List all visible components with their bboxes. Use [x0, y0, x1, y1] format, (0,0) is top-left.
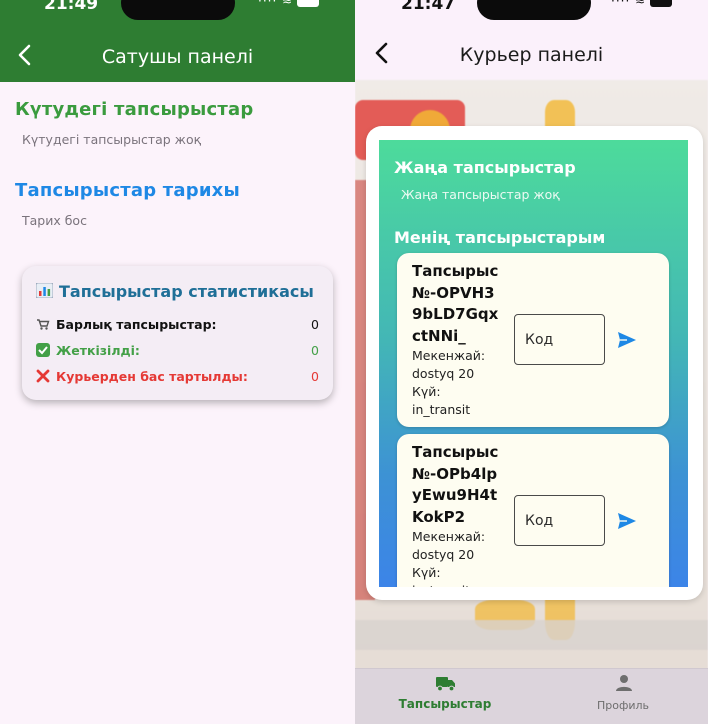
seller-screen: 21:49 ···· ≈ Сатушы панелі Күтудегі тапс…	[0, 0, 355, 724]
cross-mark-icon	[36, 369, 50, 383]
status-icons: ···· ≈	[611, 0, 673, 8]
nav-orders-label: Тапсырыстар	[398, 697, 492, 711]
new-orders-title: Жаңа тапсырыстар	[394, 158, 576, 177]
app-bar: 21:49 ···· ≈ Сатушы панелі	[0, 0, 355, 82]
pending-orders-empty: Күтудегі тапсырыстар жоқ	[22, 132, 202, 147]
status-icons: ···· ≈	[258, 0, 320, 8]
status-value: in_transit	[412, 402, 471, 417]
orders-panel: Жаңа тапсырыстар Жаңа тапсырыстар жоқ Ме…	[379, 140, 688, 587]
nav-profile-label: Профиль	[596, 699, 650, 712]
order-card: Тапсырыс №-OPVH39bLD7GqxctNNi_ Мекенжай:…	[397, 253, 669, 427]
statistics-title: Тапсырыстар статистикасы	[36, 282, 314, 301]
stat-rejected-value: 0	[311, 369, 319, 384]
stat-delivered-label: Жеткізілді:	[36, 343, 140, 358]
my-orders-title: Менің тапсырыстарым	[394, 228, 606, 247]
page-title: Сатушы панелі	[101, 46, 254, 68]
stat-rejected-label: Курьерден бас тартылды:	[36, 369, 248, 384]
stat-row-total: Барлық тапсырыстар: 0	[36, 317, 319, 335]
camera-notch	[121, 0, 235, 20]
truck-icon	[436, 677, 455, 692]
stat-total-label: Барлық тапсырыстар:	[36, 317, 217, 332]
send-icon[interactable]	[617, 331, 637, 349]
bottom-navigation: Тапсырыстар Профиль	[355, 668, 708, 724]
nav-orders-tab[interactable]: Тапсырыстар	[357, 669, 533, 724]
battery-icon	[297, 0, 320, 7]
order-history-title: Тапсырыстар тарихы	[15, 180, 240, 201]
address-label: Мекенжай:	[412, 348, 486, 363]
status-label: Күй:	[412, 384, 441, 399]
order-card: Тапсырыс №-OPb4lpyEwu9H4tKokP2 Мекенжай:…	[397, 434, 669, 587]
status-label: Күй:	[412, 565, 441, 580]
pending-orders-title: Күтудегі тапсырыстар	[15, 99, 254, 120]
code-input[interactable]	[514, 495, 605, 546]
address-value: dostyq 20	[412, 366, 475, 381]
send-icon[interactable]	[617, 512, 637, 530]
address-value: dostyq 20	[412, 547, 475, 562]
person-icon	[616, 675, 632, 691]
camera-notch	[477, 0, 591, 20]
status-time: 21:47	[401, 0, 456, 14]
page-title: Курьер панелі	[459, 44, 604, 66]
stat-row-delivered: Жеткізілді: 0	[36, 343, 319, 361]
code-input[interactable]	[514, 314, 605, 365]
order-id: Тапсырыс №-OPb4lpyEwu9H4tKokP2	[412, 443, 499, 526]
cart-icon	[37, 319, 50, 330]
status-time: 21:49	[44, 0, 99, 14]
status-value: in_transit	[412, 582, 512, 587]
bar-chart-icon	[36, 283, 53, 298]
new-orders-empty: Жаңа тапсырыстар жоқ	[401, 187, 560, 202]
order-history-empty: Тарих бос	[22, 213, 87, 228]
nav-profile-tab[interactable]: Профиль	[535, 669, 708, 724]
order-statistics-card: Тапсырыстар статистикасы Барлық тапсырыс…	[22, 266, 333, 400]
check-box-icon	[36, 343, 50, 357]
address-label: Мекенжай:	[412, 529, 486, 544]
stat-row-rejected: Курьерден бас тартылды: 0	[36, 369, 319, 387]
statistics-title-text: Тапсырыстар статистикасы	[59, 282, 314, 301]
stat-total-value: 0	[311, 317, 319, 332]
courier-screen: 21:47 ···· ≈ Курьер панелі Жаңа тапсырыс…	[355, 0, 708, 724]
stat-delivered-value: 0	[311, 343, 319, 358]
battery-icon	[650, 0, 673, 7]
order-id: Тапсырыс №-OPVH39bLD7GqxctNNi_	[412, 262, 499, 345]
app-bar: 21:47 ···· ≈ Курьер панелі	[355, 0, 708, 80]
orders-card: Жаңа тапсырыстар Жаңа тапсырыстар жоқ Ме…	[366, 126, 703, 600]
